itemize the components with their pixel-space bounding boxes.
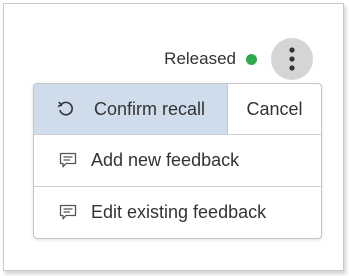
more-options-button[interactable]	[271, 38, 313, 80]
confirm-recall-button[interactable]: Confirm recall	[34, 84, 228, 134]
feedback-icon	[58, 202, 78, 222]
cancel-label: Cancel	[246, 98, 303, 119]
undo-icon	[56, 99, 76, 119]
feedback-icon	[58, 151, 78, 171]
status-dot	[246, 53, 257, 65]
confirm-row: Confirm recall Cancel	[34, 84, 321, 135]
more-vertical-icon	[289, 47, 295, 71]
menu-item-label: Add new feedback	[91, 150, 240, 170]
menu-item-label: Edit existing feedback	[91, 201, 267, 222]
screenshot-frame: Released Confirm recall Cancel Add new f…	[3, 3, 344, 271]
actions-menu: Confirm recall Cancel Add new feedback E…	[33, 83, 322, 239]
menu-item-edit-existing-feedback[interactable]: Edit existing feedback	[34, 186, 321, 237]
cancel-button[interactable]: Cancel	[228, 84, 321, 134]
confirm-recall-label: Confirm recall	[94, 98, 206, 119]
status-area: Released	[164, 38, 313, 80]
status-label: Released	[164, 49, 236, 68]
menu-item-add-new-feedback[interactable]: Add new feedback	[34, 135, 321, 186]
